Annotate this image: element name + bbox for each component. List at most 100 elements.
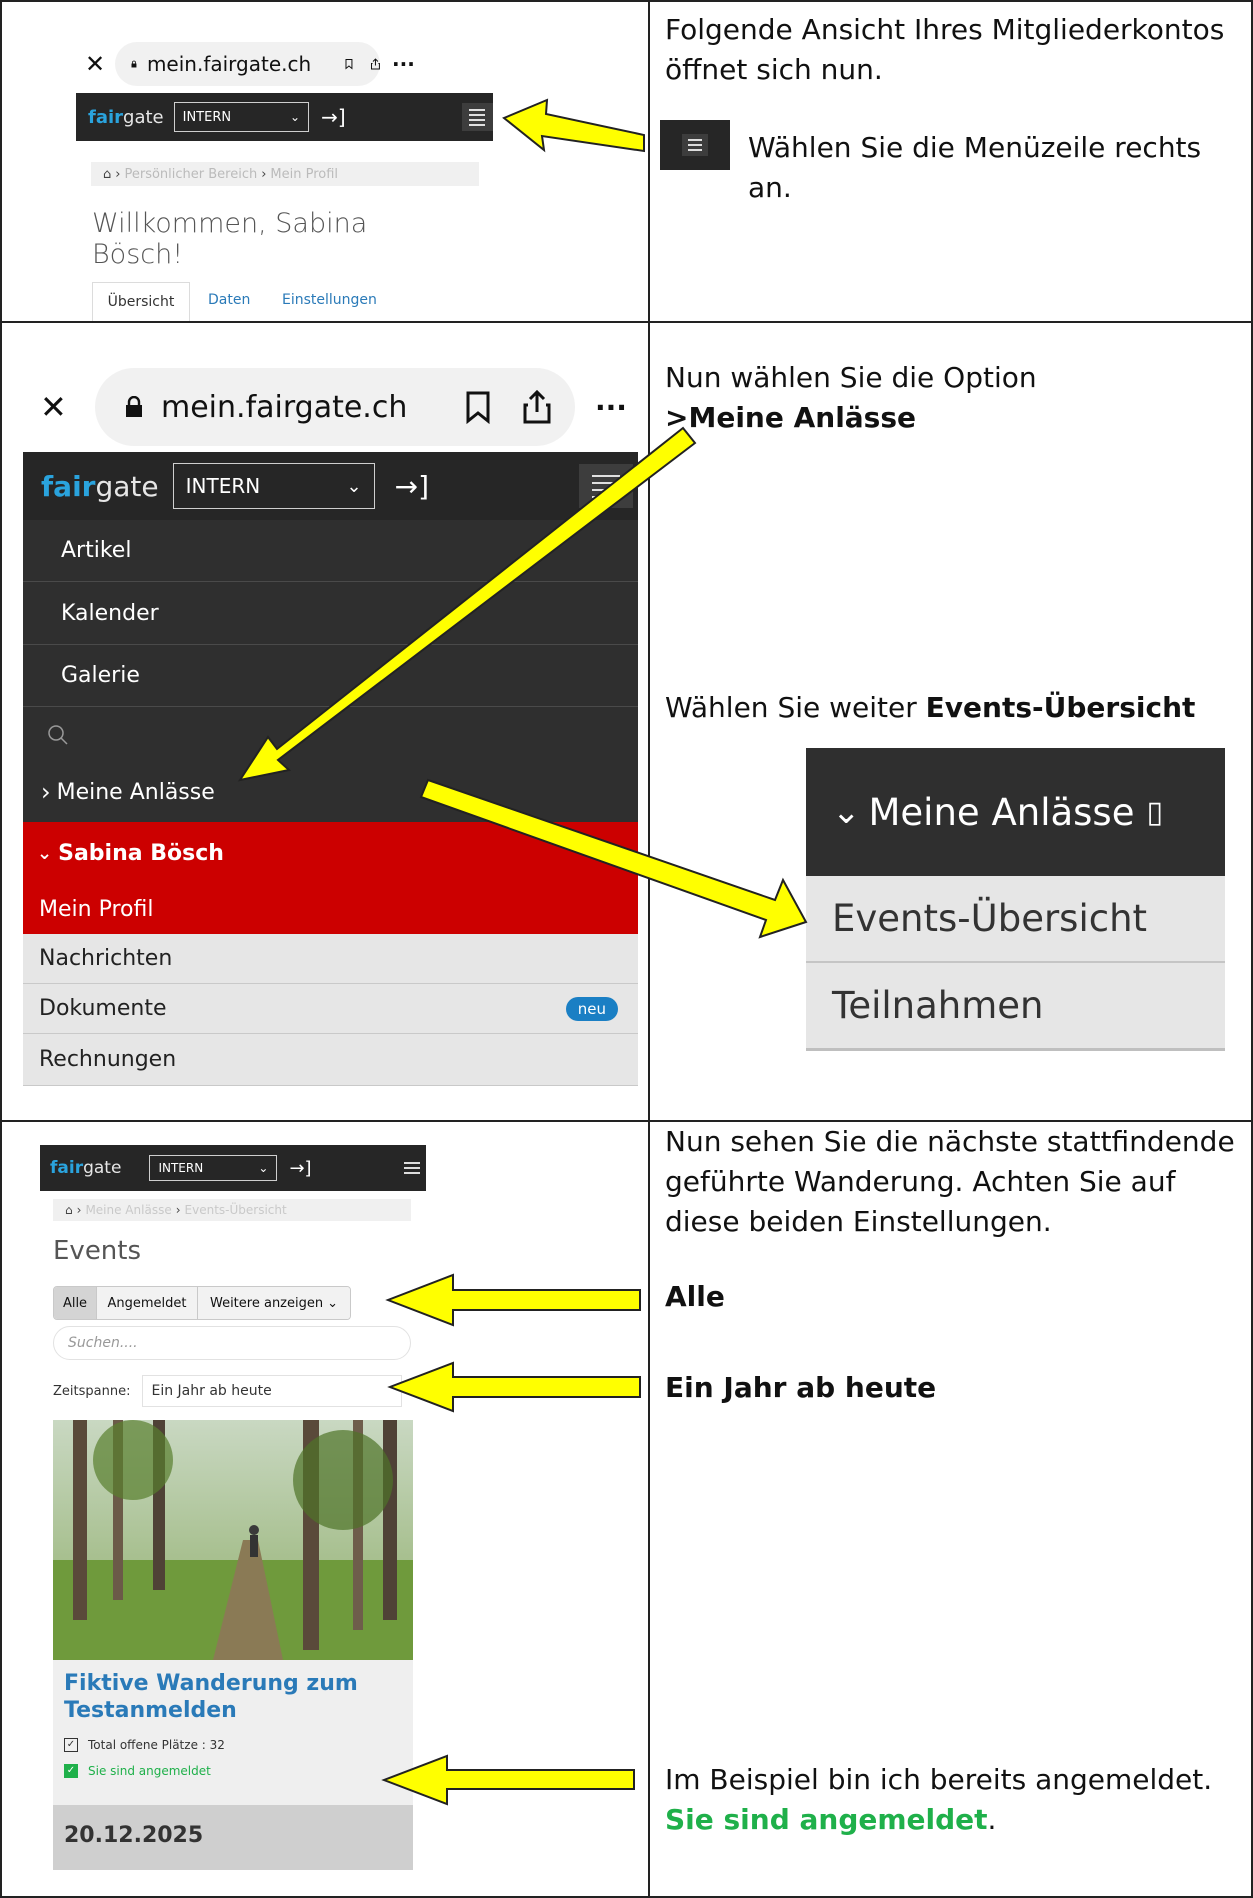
chevron-down-icon: ⌄ [346,475,362,497]
table-column-divider [648,0,650,1898]
account-select[interactable]: INTERN ⌄ [172,463,375,509]
login-arrow-icon[interactable]: →] [289,1158,311,1179]
arrow-to-alle [385,1273,641,1327]
close-icon[interactable]: ✕ [85,50,115,78]
menu-item-rechnungen[interactable]: Rechnungen [23,1034,638,1086]
browser-bar-large: ✕ mein.fairgate.ch ··· [40,368,640,446]
tab-daten[interactable]: Daten [208,292,250,308]
zoom-meine-anlaesse[interactable]: ⌄ Meine Anlässe ▯ [806,748,1225,876]
instruction-select-menu: Wählen Sie die Menüzeile rechts an. [748,131,1202,204]
chevron-down-icon: ⌄ [832,792,861,832]
hamburger-icon[interactable] [461,103,493,131]
filter-angemeldet[interactable]: Angemeldet [97,1287,198,1319]
search-icon [48,724,68,745]
share-icon[interactable] [523,389,551,425]
url-text: mein.fairgate.ch [146,52,312,76]
event-card: Fiktive Wanderung zum Testanmelden ✓ Tot… [53,1660,413,1870]
fairgate-logo[interactable]: fairgate [88,107,164,128]
url-bar[interactable]: mein.fairgate.ch [95,368,575,446]
instruction-next-hike: Nun sehen Sie die nächste stattfindende … [665,1125,1235,1238]
chevron-right-icon: › [41,778,51,806]
menu-search[interactable] [23,707,638,762]
profile-tabs: Übersicht Daten Einstellungen [92,282,492,321]
home-icon[interactable]: ⌂ [65,1203,73,1217]
checkbox-checked-icon: ✓ [64,1764,78,1778]
fairgate-logo[interactable]: fairgate [41,470,159,503]
events-title: Events [53,1236,142,1266]
table-row-divider-1 [0,321,1253,323]
home-icon[interactable]: ⌂ [103,167,111,182]
instruction-view-opens: Folgende Ansicht Ihres Mitgliederkontos … [665,13,1225,86]
zeitspanne-select[interactable]: Ein Jahr ab heute [142,1375,403,1407]
event-title[interactable]: Fiktive Wanderung zum Testanmelden [64,1670,394,1724]
chevron-down-icon: ⌄ [327,1295,339,1311]
zeitspanne-label: Zeitspanne: [53,1383,131,1399]
lock-icon [126,396,142,417]
browser-bar-small: ✕ mein.fairgate.ch ··· [85,42,485,86]
tab-einstellungen[interactable]: Einstellungen [282,292,377,308]
table-border-left [0,0,2,1898]
url-bar[interactable]: mein.fairgate.ch [115,42,380,86]
hamburger-icon-sample [660,120,730,170]
filter-weitere[interactable]: Weitere anzeigen ⌄ [198,1287,350,1319]
menu-item-meine-anlaesse[interactable]: › Meine Anlässe [23,762,638,822]
breadcrumb-item-1[interactable]: Persönlicher Bereich [124,167,257,182]
arrow-to-registered [381,1754,635,1806]
event-places: ✓ Total offene Plätze : 32 [64,1738,225,1752]
menu-item-galerie[interactable]: Galerie [23,645,638,707]
more-icon[interactable]: ··· [595,391,627,424]
breadcrumb-item-2[interactable]: Events-Übersicht [185,1203,287,1217]
bookmark-icon[interactable] [345,53,353,75]
chevron-down-icon: ⌄ [37,842,53,864]
breadcrumb-events: ⌂ › Meine Anlässe › Events-Übersicht [53,1199,411,1221]
event-photo[interactable] [53,1420,413,1660]
menu-item-nachrichten[interactable]: Nachrichten [23,934,638,984]
filter-group: Alle Angemeldet Weitere anzeigen ⌄ [53,1286,351,1320]
hamburger-icon[interactable] [579,464,634,508]
menu-item-dokumente[interactable]: Dokumente neu [23,984,638,1034]
fairgate-header-small: fairgate INTERN ⌄ →] [76,93,493,141]
event-date-bar: 20.12.2025 [53,1805,413,1870]
menu-zoom-panel: ⌄ Meine Anlässe ▯ Events-Übersicht Teiln… [806,748,1225,1053]
account-select[interactable]: INTERN ⌄ [173,102,310,132]
arrow-to-hamburger-shape [502,98,645,153]
account-select[interactable]: INTERN ⌄ [149,1155,278,1181]
instruction-choose-option: Nun wählen Sie die Option >Meine Anlässe [665,361,1037,434]
label-alle: Alle [665,1280,725,1313]
filter-alle[interactable]: Alle [54,1287,97,1319]
breadcrumb-item-1[interactable]: Meine Anlässe [85,1203,171,1217]
select-value: INTERN [158,1161,204,1175]
select-value: INTERN [182,109,232,125]
menu-item-artikel[interactable]: Artikel [23,520,638,582]
fairgate-header-row3: fairgate INTERN ⌄ →] [40,1145,426,1191]
checkbox-icon: ✓ [64,1738,78,1752]
event-registered: ✓ Sie sind angemeldet [64,1764,211,1778]
fairgate-logo[interactable]: fairgate [50,1158,121,1178]
login-arrow-icon[interactable]: →] [395,470,429,503]
more-icon[interactable]: ··· [392,52,415,76]
zoom-teilnahmen[interactable]: Teilnahmen [806,963,1225,1051]
welcome-heading: Willkommen, Sabina Bösch! [92,208,368,270]
bookmark-icon[interactable] [465,390,491,424]
chevron-down-icon: ⌄ [258,1161,269,1175]
instruction-events-uebersicht: Wählen Sie weiter Events-Übersicht [665,691,1196,724]
login-arrow-icon[interactable]: →] [321,105,346,129]
lock-icon [131,60,137,68]
breadcrumb-item-2[interactable]: Mein Profil [270,167,338,182]
hamburger-icon[interactable] [403,1162,420,1174]
select-value: INTERN [185,474,261,498]
search-input[interactable]: Suchen.... [53,1326,411,1360]
instruction-registered: Im Beispiel bin ich bereits angemeldet. … [665,1763,1213,1836]
fairgate-header-large: fairgate INTERN ⌄ →] [23,452,638,520]
label-ein-jahr: Ein Jahr ab heute [665,1371,937,1404]
tab-uebersicht[interactable]: Übersicht [92,282,190,321]
share-icon[interactable] [371,52,380,76]
close-icon[interactable]: ✕ [40,388,95,426]
breadcrumb: ⌂ › Persönlicher Bereich › Mein Profil [91,162,479,186]
menu-item-user[interactable]: ⌄ Sabina Bösch [23,822,638,884]
menu-item-mein-profil[interactable]: Mein Profil [23,884,638,934]
menu-item-kalender[interactable]: Kalender [23,582,638,645]
event-date: 20.12.2025 [64,1823,204,1848]
zoom-events-uebersicht[interactable]: Events-Übersicht [806,876,1225,963]
chevron-down-icon: ⌄ [290,110,301,124]
